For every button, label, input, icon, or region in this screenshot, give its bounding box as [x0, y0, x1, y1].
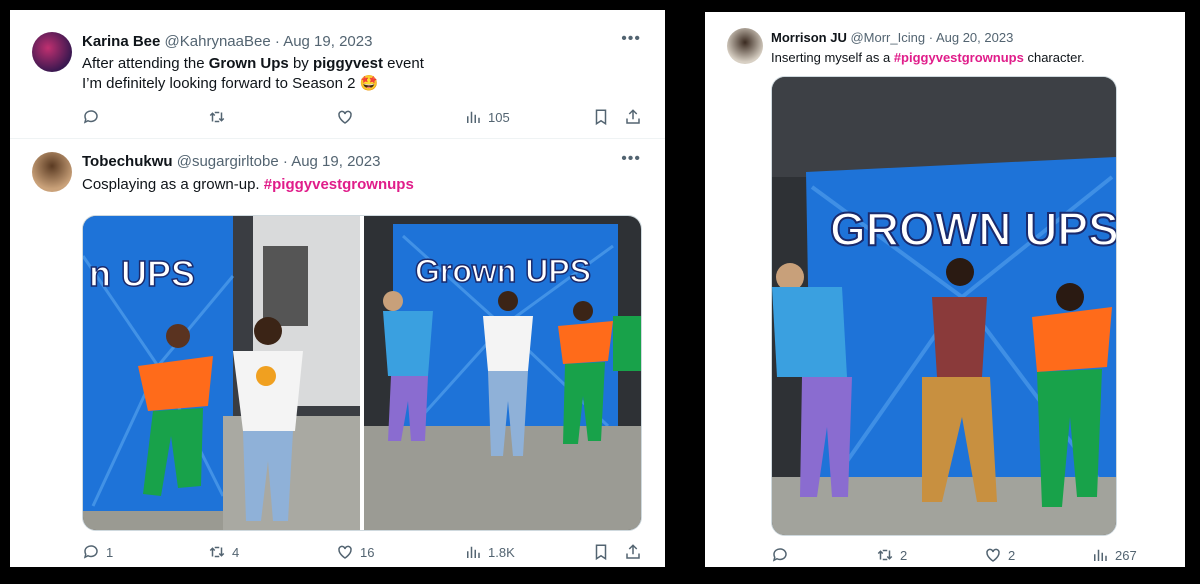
avatar[interactable] — [727, 28, 763, 64]
reply-icon — [83, 545, 98, 559]
tweet-divider — [10, 138, 665, 139]
bar-chart-icon — [1094, 549, 1107, 561]
tweet-text: After attending the Grown Ups by piggyve… — [82, 55, 424, 92]
left-screenshot-panel: Karina Bee @KahrynaaBee · Aug 19, 2023 •… — [10, 10, 665, 567]
heart-icon — [338, 545, 352, 559]
photo-pair: n UPS Grown UPS — [83, 216, 641, 530]
views-button[interactable]: 105 — [464, 108, 510, 126]
retweet-button[interactable]: 2 — [876, 546, 907, 564]
tweet-actions: 1 4 16 1.8K — [82, 543, 642, 563]
banner-text: GROWN UPS — [830, 203, 1116, 255]
hashtag-link[interactable]: #piggyvestgrownups — [894, 50, 1024, 65]
views-button[interactable]: 1.8K — [464, 543, 515, 561]
retweet-icon — [877, 549, 893, 561]
tweet-date[interactable]: Aug 19, 2023 — [291, 153, 380, 170]
reply-count: 1 — [106, 544, 114, 560]
bookmark-icon — [595, 544, 607, 561]
retweet-button[interactable] — [208, 108, 226, 126]
views-count: 1.8K — [488, 544, 515, 560]
tweet-tobechukwu[interactable]: Tobechukwu @sugargirltobe · Aug 19, 2023… — [10, 140, 665, 567]
tweet-actions: 2 2 267 — [771, 546, 1137, 566]
author-handle[interactable]: @sugargirltobe — [177, 153, 279, 170]
views-count: 267 — [1115, 547, 1137, 563]
tweet-media[interactable]: GROWN UPS — [771, 76, 1117, 536]
avatar[interactable] — [32, 152, 72, 192]
tweet-date[interactable]: Aug 19, 2023 — [283, 33, 372, 50]
banner-text-right: Grown UPS — [415, 253, 591, 289]
photo: GROWN UPS — [772, 77, 1116, 535]
more-options-icon[interactable]: ••• — [621, 150, 641, 168]
author-name[interactable]: Karina Bee — [82, 33, 160, 50]
share-icon — [626, 544, 640, 559]
views-count: 105 — [488, 109, 510, 125]
author-handle[interactable]: @KahrynaaBee — [165, 33, 271, 50]
retweet-icon — [209, 111, 225, 123]
retweet-count: 4 — [232, 544, 240, 560]
bookmark-button[interactable] — [592, 543, 610, 561]
tweet-actions: 105 — [82, 108, 642, 128]
bookmark-icon — [595, 109, 607, 126]
like-button[interactable]: 2 — [984, 546, 1015, 564]
like-button[interactable]: 16 — [336, 543, 374, 561]
avatar[interactable] — [32, 32, 72, 72]
reply-icon — [772, 548, 787, 562]
author-name[interactable]: Morrison JU — [771, 30, 847, 45]
share-icon — [626, 109, 640, 124]
bar-chart-icon — [467, 111, 480, 123]
tweet-date[interactable]: Aug 20, 2023 — [936, 30, 1013, 45]
retweet-button[interactable]: 4 — [208, 543, 239, 561]
author-handle[interactable]: @Morr_Icing — [850, 30, 925, 45]
more-options-icon[interactable]: ••• — [621, 30, 641, 48]
bar-chart-icon — [467, 546, 480, 558]
tweet-karina[interactable]: Karina Bee @KahrynaaBee · Aug 19, 2023 •… — [10, 10, 665, 140]
bookmark-button[interactable] — [592, 108, 610, 126]
retweet-count: 2 — [900, 547, 908, 563]
reply-icon — [83, 110, 98, 124]
views-button[interactable]: 267 — [1091, 546, 1137, 564]
banner-text-left: n UPS — [89, 253, 195, 294]
retweet-icon — [209, 546, 225, 558]
reply-button[interactable]: 1 — [82, 543, 113, 561]
tweet-text: Inserting myself as a #piggyvestgrownups… — [771, 50, 1085, 65]
reply-button[interactable] — [82, 108, 100, 126]
like-button[interactable] — [336, 108, 354, 126]
share-button[interactable] — [624, 108, 642, 126]
like-count: 16 — [360, 544, 375, 560]
tweet-morrison[interactable]: Morrison JU @Morr_Icing · Aug 20, 2023 I… — [705, 12, 1185, 567]
author-name[interactable]: Tobechukwu — [82, 153, 173, 170]
heart-icon — [338, 110, 352, 124]
hashtag-link[interactable]: #piggyvestgrownups — [264, 176, 414, 193]
reply-button[interactable] — [771, 546, 789, 564]
tweet-text: Cosplaying as a grown-up. #piggyvestgrow… — [82, 176, 414, 193]
right-screenshot-panel: Morrison JU @Morr_Icing · Aug 20, 2023 I… — [705, 12, 1185, 567]
star-struck-emoji: 🤩 — [359, 75, 379, 92]
like-count: 2 — [1008, 547, 1016, 563]
heart-icon — [986, 548, 1000, 562]
tweet-media[interactable]: n UPS Grown UPS — [82, 215, 642, 531]
share-button[interactable] — [624, 543, 642, 561]
